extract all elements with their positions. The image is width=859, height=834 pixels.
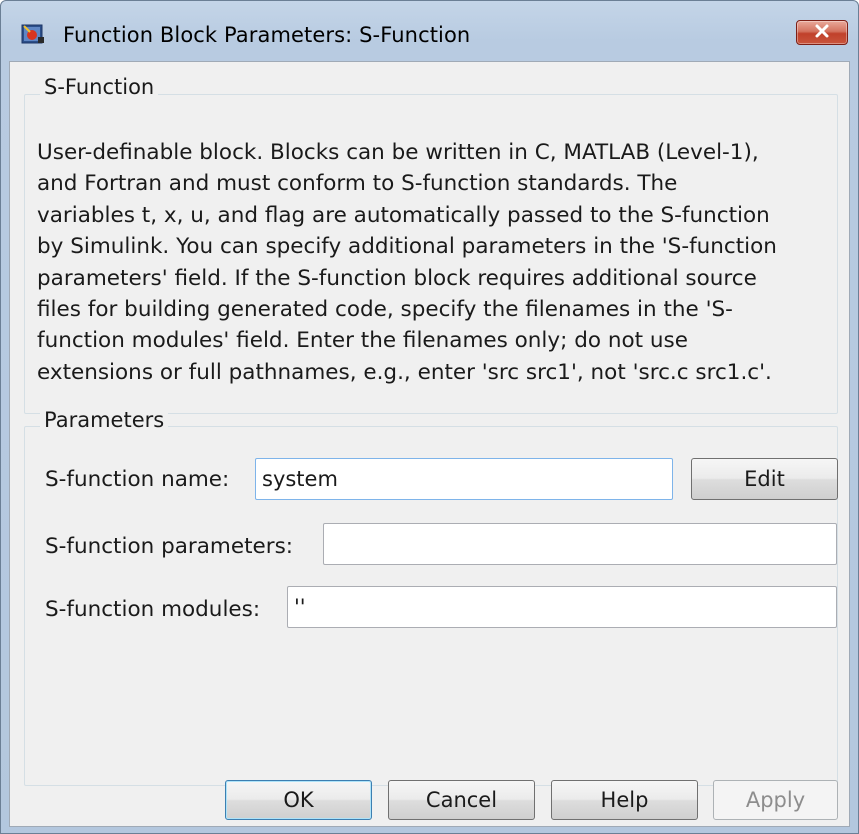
title-bar[interactable]: Function Block Parameters: S-Function xyxy=(1,1,858,63)
s-function-parameters-label: S-function parameters: xyxy=(45,534,294,559)
close-button[interactable] xyxy=(796,20,848,45)
apply-button: Apply xyxy=(713,780,838,820)
simulink-block-icon xyxy=(21,23,45,45)
s-function-name-input[interactable] xyxy=(255,458,673,500)
cancel-button[interactable]: Cancel xyxy=(388,780,535,820)
dialog-window: Function Block Parameters: S-Function S-… xyxy=(0,0,859,834)
description-group-title: S-Function xyxy=(40,75,159,99)
help-button[interactable]: Help xyxy=(551,780,698,820)
ok-button[interactable]: OK xyxy=(225,780,372,820)
s-function-name-label: S-function name: xyxy=(45,467,230,492)
edit-button[interactable]: Edit xyxy=(691,458,838,500)
s-function-parameters-input[interactable] xyxy=(323,523,837,565)
s-function-modules-input[interactable] xyxy=(287,586,837,628)
parameters-group-title: Parameters xyxy=(40,408,169,432)
s-function-modules-label: S-function modules: xyxy=(45,597,261,622)
close-icon xyxy=(813,23,831,43)
window-title: Function Block Parameters: S-Function xyxy=(63,23,471,47)
block-description: User-definable block. Blocks can be writ… xyxy=(37,140,777,385)
